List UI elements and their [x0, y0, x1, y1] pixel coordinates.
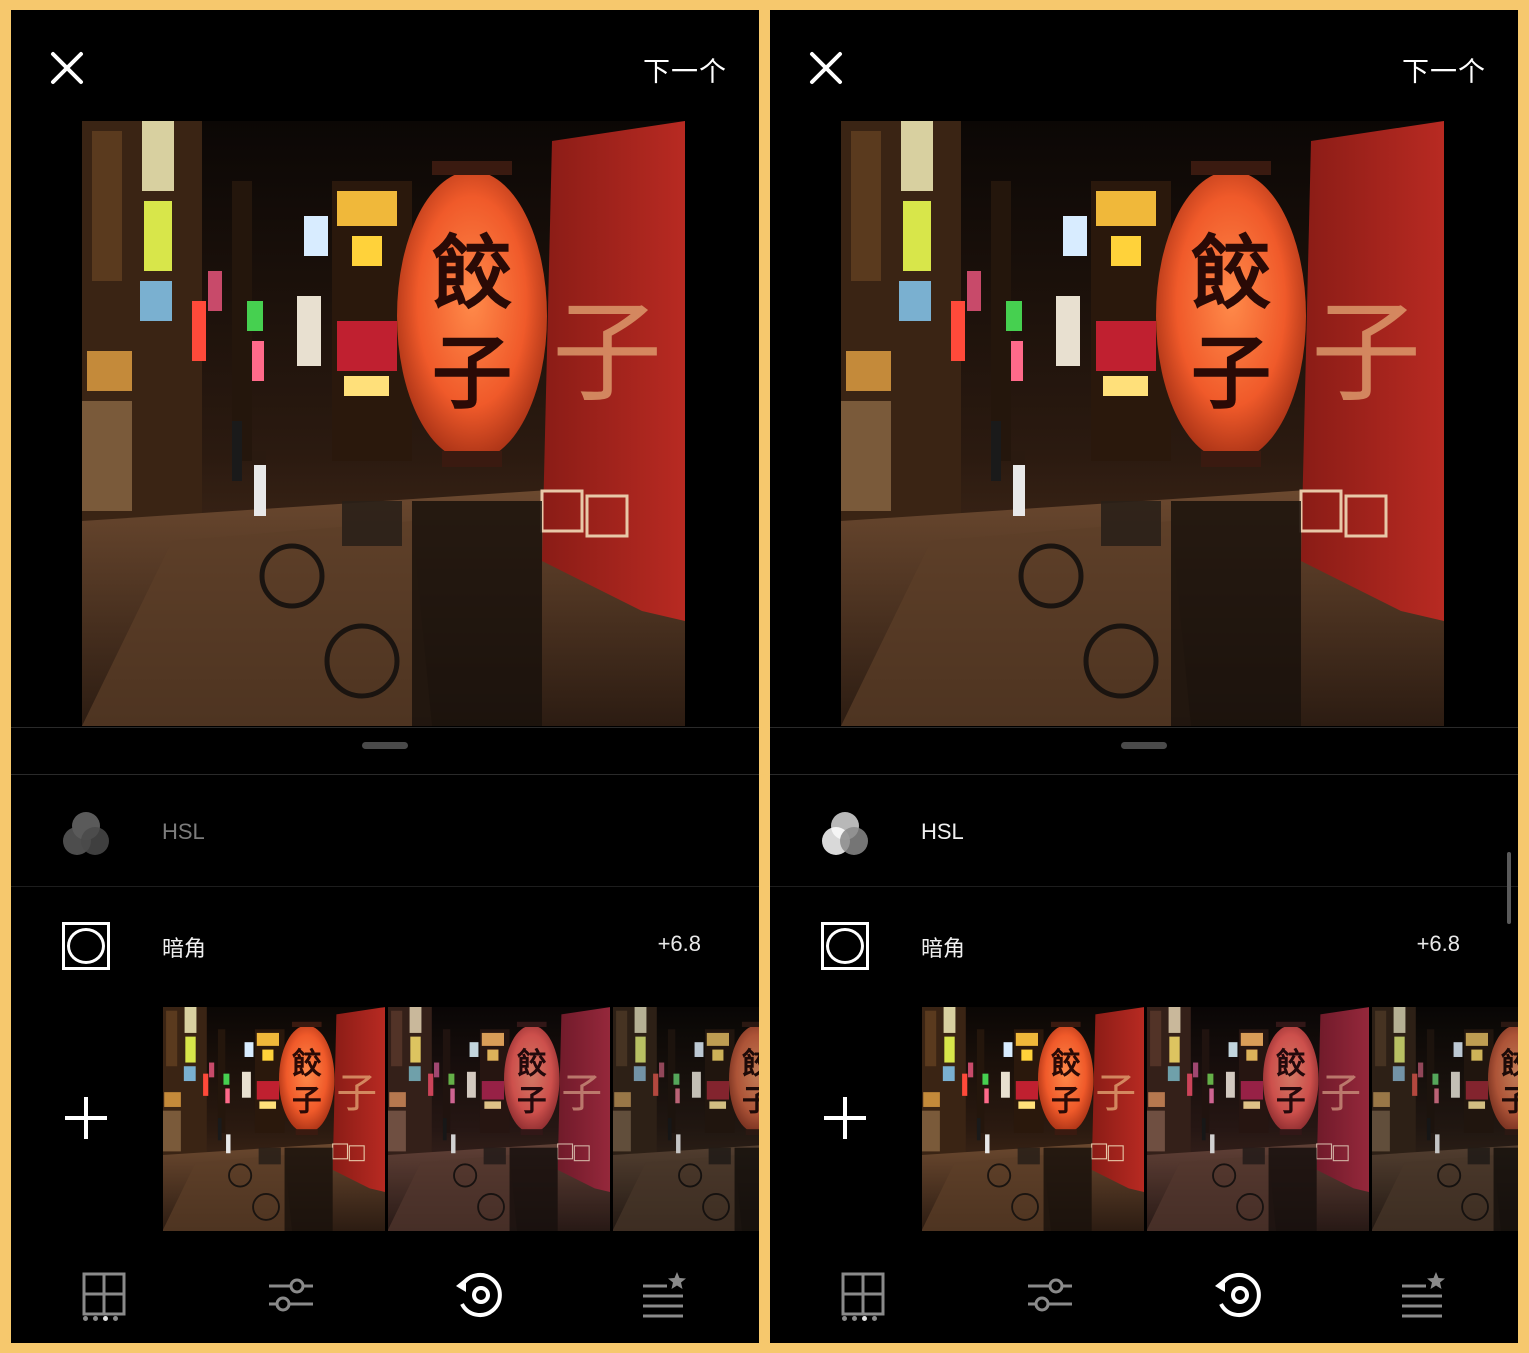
tool-value-vignette: +6.8 [1416, 931, 1460, 956]
page-dot [83, 1316, 88, 1321]
preset-thumbnail[interactable] [1372, 1007, 1518, 1231]
tool-label-vignette: 暗角 [921, 936, 966, 961]
history-icon[interactable] [1207, 1264, 1267, 1324]
preset-strip[interactable] [922, 1007, 1518, 1231]
tool-label-vignette: 暗角 [162, 936, 207, 961]
tool-row-vignette[interactable]: 暗角 +6.8 [11, 900, 759, 990]
tool-row-hsl[interactable]: HSL [11, 788, 759, 878]
divider [770, 774, 1518, 775]
divider [770, 727, 1518, 728]
preset-strip[interactable] [163, 1007, 759, 1231]
vignette-icon [821, 922, 869, 970]
tool-label-hsl: HSL [162, 819, 205, 844]
divider [11, 886, 759, 887]
presets-star-icon[interactable] [633, 1264, 693, 1324]
hsl-circles-icon [63, 812, 109, 855]
page-indicator [83, 1316, 127, 1324]
bottom-nav [770, 1256, 1518, 1343]
page-indicator [842, 1316, 886, 1324]
next-button[interactable]: 下一个 [1402, 50, 1486, 89]
preset-thumbnail[interactable] [1147, 1007, 1369, 1231]
close-icon[interactable] [806, 48, 846, 88]
close-icon[interactable] [47, 48, 87, 88]
drawer-handle[interactable] [362, 742, 408, 749]
plus-icon[interactable] [61, 1093, 111, 1143]
photo-preview [841, 121, 1444, 726]
divider [11, 727, 759, 728]
tool-value-vignette: +6.8 [657, 931, 701, 956]
page-dot [113, 1316, 118, 1321]
scroll-indicator[interactable] [1507, 852, 1511, 924]
sliders-icon[interactable] [1020, 1264, 1080, 1324]
page-dot [93, 1316, 98, 1321]
preset-thumbnail[interactable] [163, 1007, 385, 1231]
next-button[interactable]: 下一个 [643, 50, 727, 89]
grid-icon[interactable] [833, 1264, 893, 1324]
drawer-handle[interactable] [1121, 742, 1167, 749]
editor-screen-left: 下一个 HSL 暗角 +6.8 [11, 10, 759, 1343]
grid-icon[interactable] [74, 1264, 134, 1324]
photo-preview [82, 121, 685, 726]
vignette-icon [62, 922, 110, 970]
history-icon[interactable] [448, 1264, 508, 1324]
divider [770, 886, 1518, 887]
hsl-circles-icon [822, 812, 868, 855]
preset-thumbnail[interactable] [613, 1007, 759, 1231]
page-dot-active [103, 1316, 108, 1321]
preset-thumbnail[interactable] [388, 1007, 610, 1231]
bottom-nav [11, 1256, 759, 1343]
page-dot [872, 1316, 877, 1321]
editor-screen-right: 下一个 HSL 暗角 +6.8 [770, 10, 1518, 1343]
tool-label-hsl: HSL [921, 819, 964, 844]
sliders-icon[interactable] [261, 1264, 321, 1324]
tool-row-vignette[interactable]: 暗角 +6.8 [770, 900, 1518, 990]
preset-thumbnail[interactable] [922, 1007, 1144, 1231]
page-dot [842, 1316, 847, 1321]
tool-row-hsl[interactable]: HSL [770, 788, 1518, 878]
page-dot [852, 1316, 857, 1321]
presets-star-icon[interactable] [1392, 1264, 1452, 1324]
plus-icon[interactable] [820, 1093, 870, 1143]
divider [11, 774, 759, 775]
page-dot-active [862, 1316, 867, 1321]
